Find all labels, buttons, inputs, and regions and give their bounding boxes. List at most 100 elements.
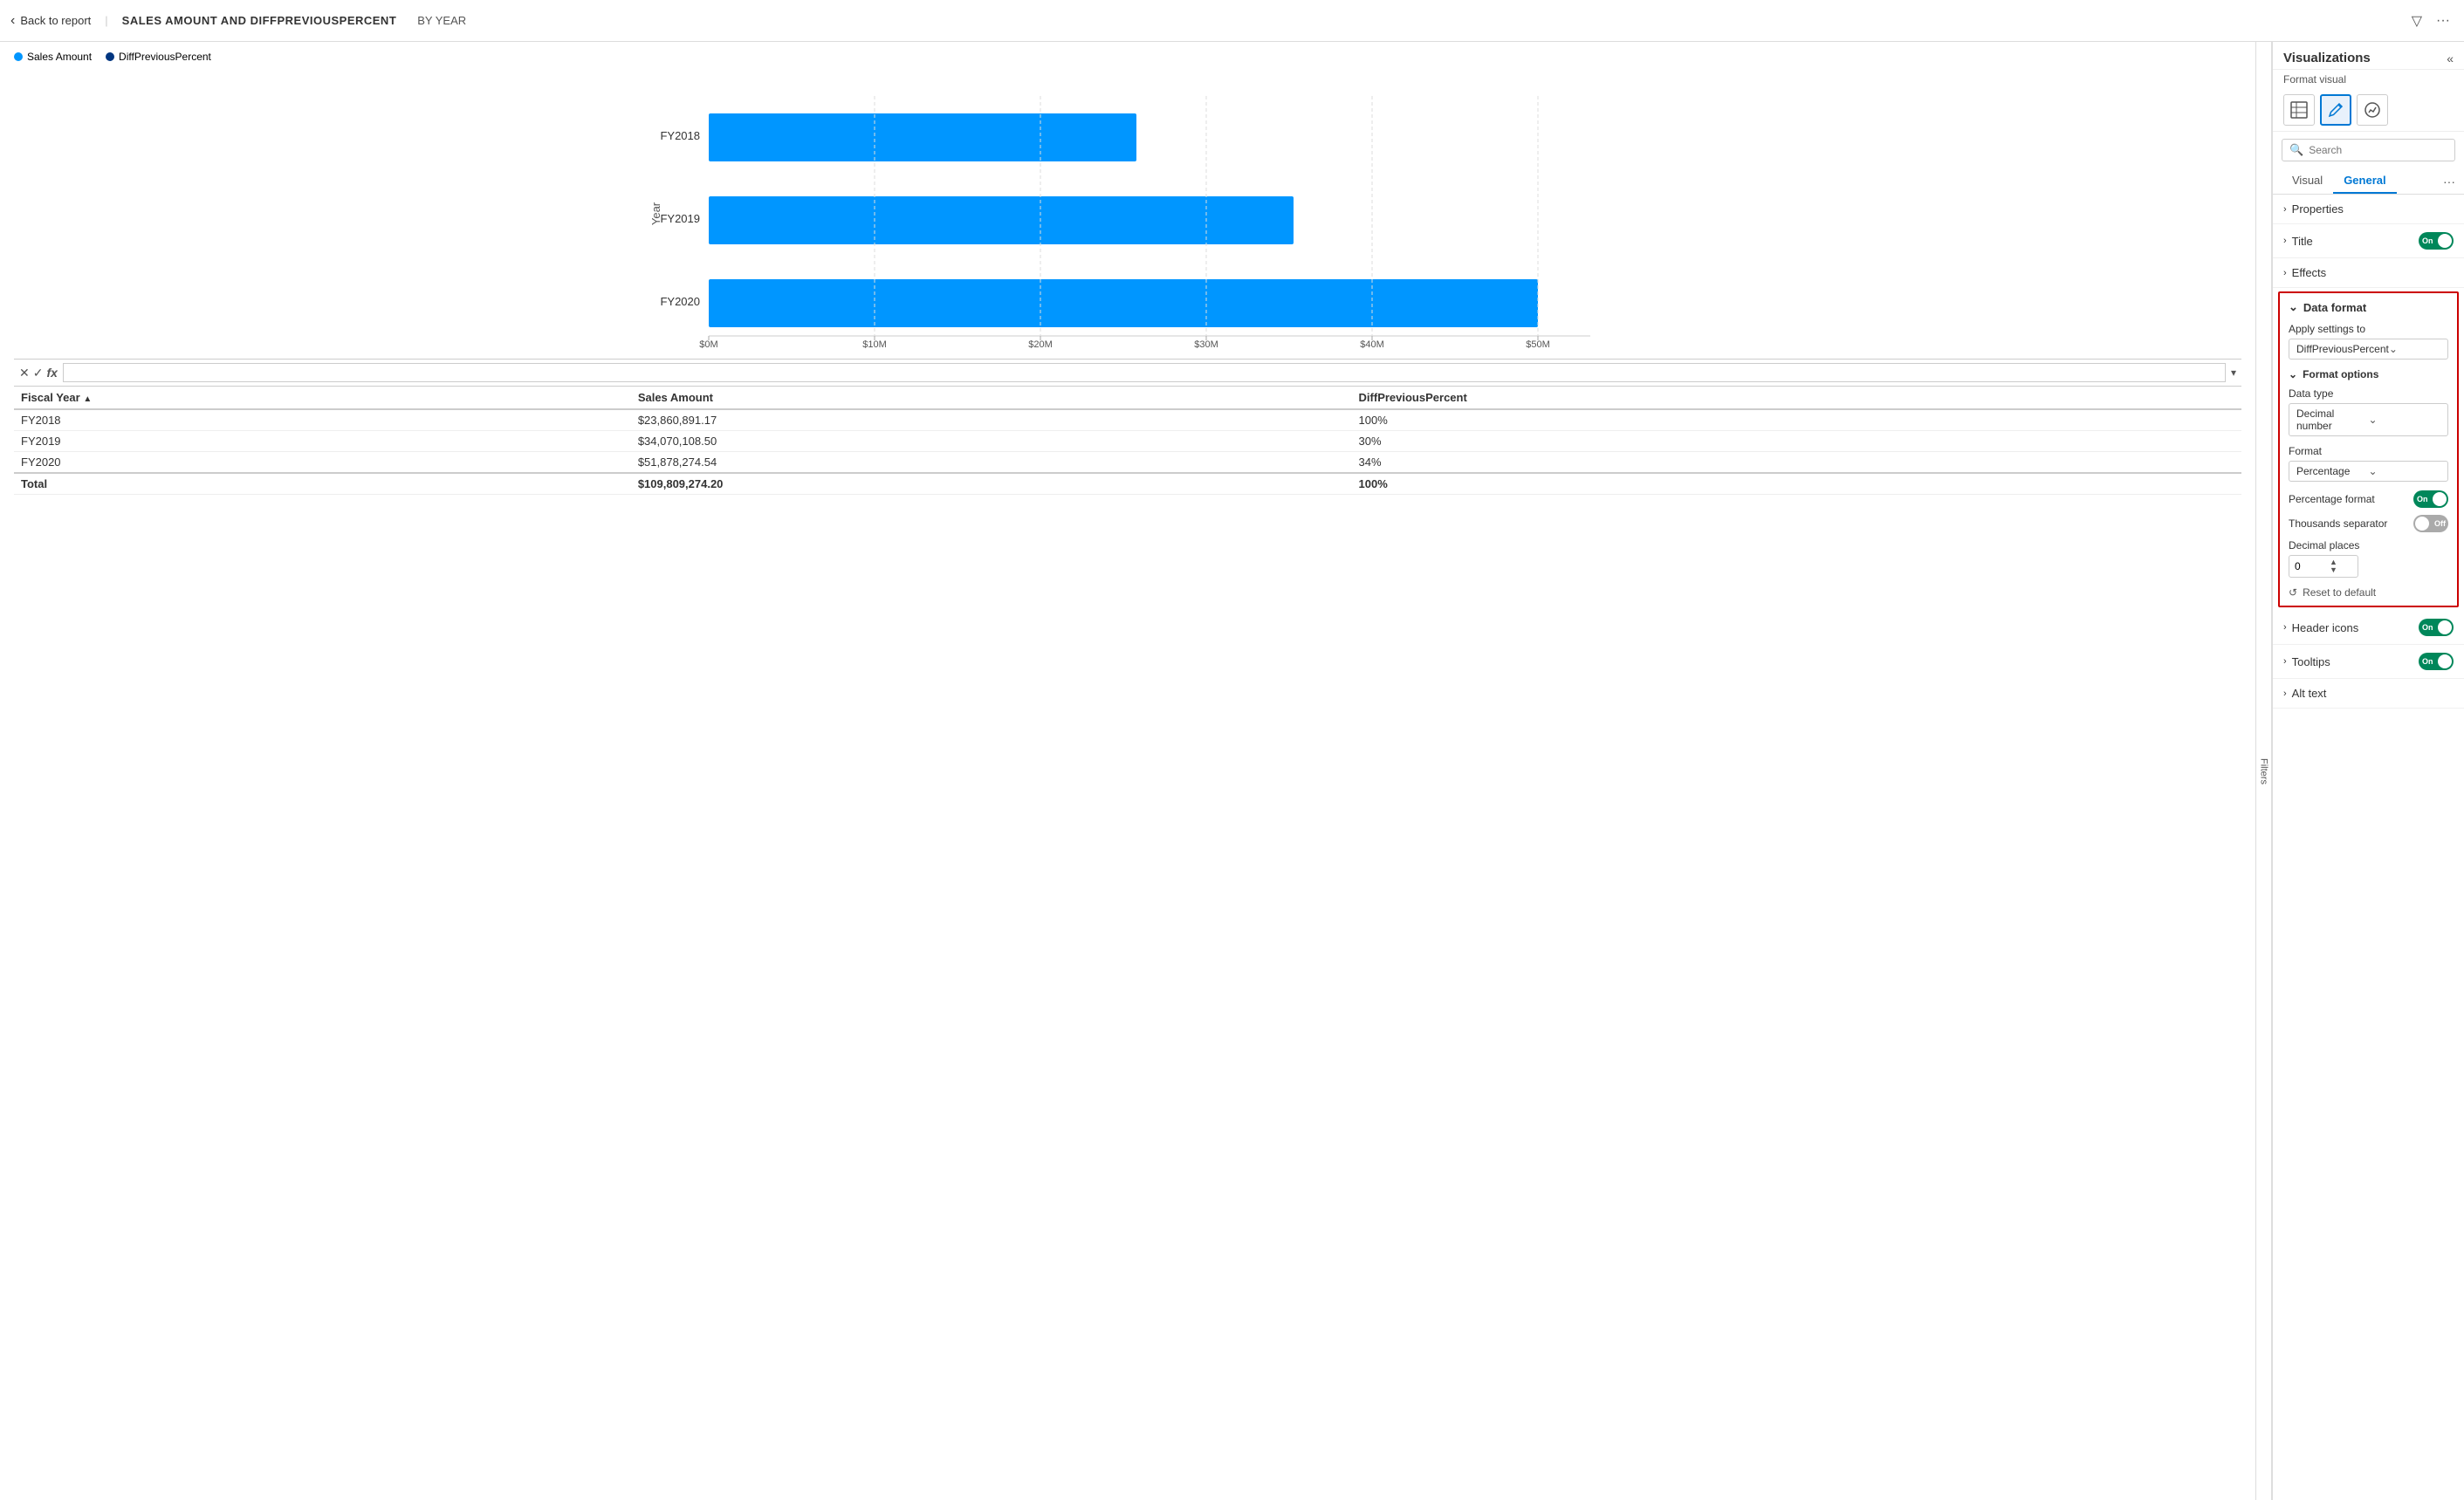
- section-header-icons[interactable]: › Header icons On: [2273, 611, 2464, 645]
- cell-total-diff: 100%: [1352, 473, 2241, 495]
- section-chevron-effects: ›: [2283, 268, 2287, 278]
- back-to-report-button[interactable]: ‹ Back to report: [10, 13, 91, 29]
- data-type-label: Data type: [2289, 387, 2448, 400]
- more-options-icon[interactable]: ···: [2433, 10, 2454, 32]
- decimal-places-input-wrap: 0 ▲ ▼: [2289, 555, 2358, 578]
- search-box: 🔍: [2282, 139, 2455, 161]
- bar-label-fy2019: FY2019: [660, 212, 700, 225]
- section-chevron-alt-text: ›: [2283, 688, 2287, 699]
- top-bar: ‹ Back to report | SALES AMOUNT AND DIFF…: [0, 0, 2464, 42]
- viz-icon-pencil[interactable]: [2320, 94, 2351, 126]
- svg-text:$20M: $20M: [1028, 339, 1053, 349]
- formula-dropdown-icon[interactable]: ▾: [2231, 366, 2236, 379]
- viz-panel-header: Visualizations «: [2273, 42, 2464, 70]
- svg-text:$30M: $30M: [1194, 339, 1218, 349]
- header-icons-toggle[interactable]: On: [2419, 619, 2454, 636]
- percentage-format-row: Percentage format On: [2289, 490, 2448, 508]
- thousands-separator-label: Thousands separator: [2289, 517, 2387, 530]
- percentage-format-label: Percentage format: [2289, 493, 2375, 505]
- filters-label: Filters: [2259, 758, 2269, 784]
- format-options-label: Format options: [2303, 368, 2378, 380]
- formula-icons: ✕ ✓ fx: [19, 366, 58, 380]
- cell-diff-0: 100%: [1352, 409, 2241, 431]
- section-label-header-icons: Header icons: [2292, 621, 2359, 634]
- legend-label-diff: DiffPreviousPercent: [119, 51, 211, 63]
- bar-fy2020: [709, 279, 1538, 327]
- viz-icon-analytics[interactable]: [2357, 94, 2388, 126]
- decimal-places-row: Decimal places 0 ▲ ▼: [2289, 539, 2448, 578]
- bar-label-fy2018: FY2018: [660, 129, 700, 142]
- apply-settings-chevron: ⌄: [2389, 343, 2440, 355]
- tab-more-icon[interactable]: ···: [2443, 175, 2455, 188]
- filter-icon[interactable]: ▽: [2408, 9, 2426, 33]
- bar-label-fy2020: FY2020: [660, 295, 700, 308]
- col-header-fiscal-year[interactable]: Fiscal Year ▲: [14, 387, 631, 409]
- title-toggle[interactable]: On: [2419, 232, 2454, 250]
- col-header-sales-amount[interactable]: Sales Amount: [631, 387, 1352, 409]
- data-type-row: Data type Decimal number ⌄: [2289, 387, 2448, 436]
- tab-visual[interactable]: Visual: [2282, 168, 2333, 194]
- viz-panel-icon-group: «: [2447, 51, 2454, 65]
- section-label-title: Title: [2292, 235, 2313, 248]
- thousands-separator-toggle[interactable]: Off: [2413, 515, 2448, 532]
- apply-settings-label: Apply settings to: [2289, 323, 2448, 335]
- viz-icon-table[interactable]: [2283, 94, 2315, 126]
- cell-total-sales: $109,809,274.20: [631, 473, 1352, 495]
- table-total-row: Total $109,809,274.20 100%: [14, 473, 2241, 495]
- cell-sales-0: $23,860,891.17: [631, 409, 1352, 431]
- section-data-format-expanded: ⌄ Data format Apply settings to DiffPrev…: [2278, 291, 2459, 607]
- formula-fx-icon[interactable]: fx: [46, 366, 57, 380]
- section-title[interactable]: › Title On: [2273, 224, 2464, 258]
- table-row: FY2020 $51,878,274.54 34%: [14, 452, 2241, 474]
- table-row: FY2018 $23,860,891.17 100%: [14, 409, 2241, 431]
- section-effects[interactable]: › Effects: [2273, 258, 2464, 288]
- reset-icon: ↺: [2289, 586, 2297, 599]
- viz-panel-title: Visualizations: [2283, 51, 2371, 65]
- formula-check-icon[interactable]: ✓: [33, 366, 44, 380]
- format-label: Format: [2289, 445, 2448, 457]
- cell-sales-1: $34,070,108.50: [631, 431, 1352, 452]
- section-label-tooltips: Tooltips: [2292, 655, 2330, 668]
- chart-legend: Sales Amount DiffPreviousPercent: [14, 51, 2241, 63]
- bar-chart-svg: Year FY2018 FY2019 FY2020 $0M $10M $20M: [14, 70, 2241, 349]
- section-label-properties: Properties: [2292, 202, 2344, 216]
- percentage-format-toggle[interactable]: On: [2413, 490, 2448, 508]
- formula-close-icon[interactable]: ✕: [19, 366, 30, 380]
- section-chevron-properties: ›: [2283, 204, 2287, 215]
- sort-icon-fiscal-year: ▲: [83, 394, 92, 404]
- search-input[interactable]: [2309, 144, 2447, 156]
- filters-sidebar[interactable]: Filters: [2256, 42, 2272, 1500]
- format-value: Percentage: [2296, 465, 2369, 477]
- decimal-places-input[interactable]: 0: [2295, 560, 2330, 572]
- cell-year-2: FY2020: [14, 452, 631, 474]
- formula-input[interactable]: [63, 363, 2226, 382]
- data-format-header[interactable]: ⌄ Data format: [2289, 300, 2448, 314]
- data-format-label: Data format: [2303, 301, 2366, 314]
- back-to-report-label: Back to report: [20, 14, 91, 27]
- bar-fy2018: [709, 113, 1136, 161]
- collapse-panel-button[interactable]: «: [2447, 51, 2454, 65]
- format-dropdown[interactable]: Percentage ⌄: [2289, 461, 2448, 482]
- format-options-header[interactable]: ⌄ Format options: [2289, 368, 2448, 380]
- decimal-places-label: Decimal places: [2289, 539, 2448, 551]
- svg-text:$40M: $40M: [1360, 339, 1384, 349]
- tooltips-toggle[interactable]: On: [2419, 653, 2454, 670]
- section-alt-text[interactable]: › Alt text: [2273, 679, 2464, 709]
- section-tooltips[interactable]: › Tooltips On: [2273, 645, 2464, 679]
- formula-bar: ✕ ✓ fx ▾: [14, 360, 2241, 387]
- data-table: Fiscal Year ▲ Sales Amount DiffPreviousP…: [14, 387, 2241, 495]
- col-header-diff-pct[interactable]: DiffPreviousPercent: [1352, 387, 2241, 409]
- section-properties[interactable]: › Properties: [2273, 195, 2464, 224]
- decimal-spinners: ▲ ▼: [2330, 558, 2337, 574]
- apply-settings-dropdown[interactable]: DiffPreviousPercent ⌄: [2289, 339, 2448, 360]
- svg-text:$50M: $50M: [1526, 339, 1550, 349]
- cell-year-1: FY2019: [14, 431, 631, 452]
- data-type-chevron: ⌄: [2369, 414, 2441, 426]
- tab-general[interactable]: General: [2333, 168, 2396, 194]
- data-format-chevron-down: ⌄: [2289, 300, 2298, 314]
- reset-to-default-row[interactable]: ↺ Reset to default: [2289, 586, 2448, 599]
- decimal-decrement[interactable]: ▼: [2330, 566, 2337, 574]
- data-type-dropdown[interactable]: Decimal number ⌄: [2289, 403, 2448, 436]
- apply-settings-row: Apply settings to DiffPreviousPercent ⌄: [2289, 323, 2448, 360]
- table-row: FY2019 $34,070,108.50 30%: [14, 431, 2241, 452]
